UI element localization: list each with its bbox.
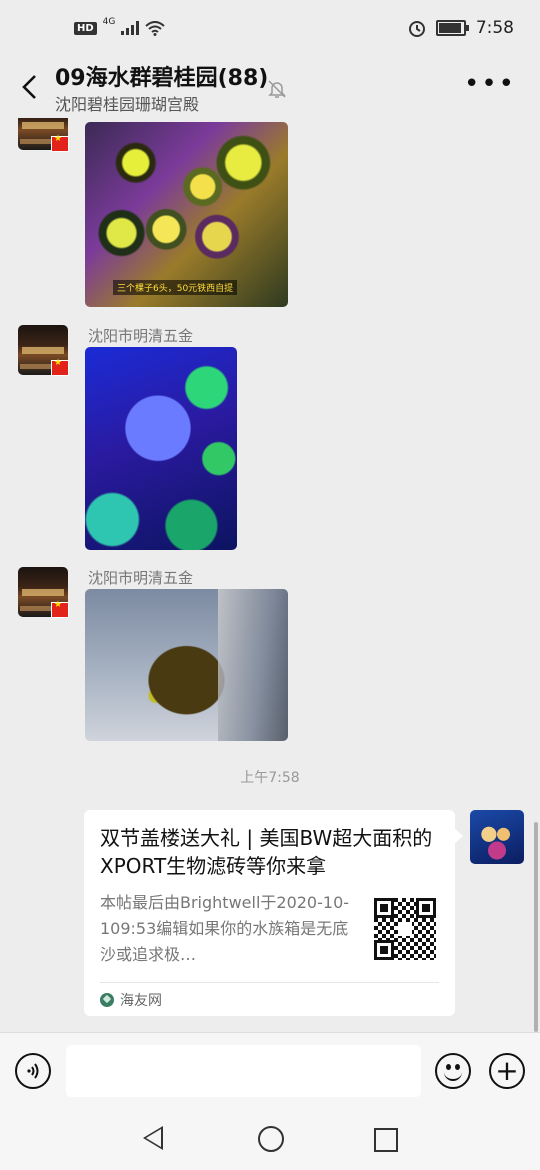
battery-icon: [435, 20, 469, 36]
input-bar: +: [0, 1032, 540, 1109]
message-image[interactable]: [85, 347, 237, 550]
qr-code-thumbnail: [372, 896, 438, 962]
emoji-button[interactable]: [435, 1053, 471, 1089]
avatar-detail: [20, 364, 54, 369]
flag-badge: [51, 600, 69, 618]
nav-recent-icon[interactable]: [374, 1128, 398, 1152]
battery-fill: [438, 23, 461, 33]
back-button[interactable]: [14, 70, 44, 104]
avatar-detail: [22, 122, 64, 129]
alarm-icon: [408, 21, 425, 37]
avatar-detail: [22, 347, 64, 354]
more-functions-button[interactable]: +: [489, 1053, 525, 1089]
more-button[interactable]: •••: [464, 71, 516, 97]
link-card-description: 本帖最后由Brightwell于2020-10-109:53编辑如果你的水族箱是…: [100, 893, 350, 964]
flag-badge: [51, 358, 69, 376]
card-divider: [100, 982, 439, 983]
sender-name: 沈阳市明清五金: [88, 327, 194, 345]
sender-name: 沈阳市明清五金: [88, 569, 194, 587]
source-name: 海友网: [120, 993, 162, 1009]
avatar-detail: [20, 139, 54, 144]
flag-badge: [51, 134, 69, 152]
nav-home-icon[interactable]: [258, 1126, 284, 1152]
qr-finder: [374, 940, 394, 960]
status-time: 7:58: [475, 18, 514, 38]
message-input[interactable]: [66, 1045, 421, 1097]
signal-icon: [121, 21, 140, 35]
qr-finder: [374, 898, 394, 918]
voice-button[interactable]: [15, 1053, 51, 1089]
plus-icon: +: [495, 1054, 519, 1087]
self-avatar[interactable]: [470, 810, 524, 864]
image-detail: [218, 589, 288, 741]
network-type: 4G: [102, 17, 116, 27]
link-card[interactable]: 双节盖楼送大礼 | 美国BW超大面积的XPORT生物滤砖等你来拿 本帖最后由Br…: [84, 810, 463, 1016]
more-icon: •••: [463, 69, 516, 99]
image-caption: 三个棵子6头，50元铁西自提: [113, 280, 238, 295]
avatar-detail: [22, 589, 64, 596]
system-nav-bar: [0, 1108, 540, 1170]
voice-icon: [27, 1063, 39, 1079]
chat-header: 09海水群碧桂园(88) 沈阳碧桂园珊瑚宫殿 •••: [0, 56, 540, 118]
message-image[interactable]: [85, 589, 288, 741]
mute-bell-icon: [268, 80, 286, 98]
status-left: HD 4G: [74, 17, 166, 36]
status-bar: HD 4G 7:58: [0, 0, 540, 56]
status-right: 7:58: [408, 18, 514, 38]
back-icon: [22, 75, 36, 99]
nav-back-icon[interactable]: [143, 1126, 163, 1150]
link-card-title: 双节盖楼送大礼 | 美国BW超大面积的XPORT生物滤砖等你来拿: [100, 826, 433, 878]
message-timestamp: 上午7:58: [240, 770, 300, 786]
emoji-icon: [444, 1070, 462, 1081]
hd-badge: HD: [74, 21, 97, 35]
qr-finder: [416, 898, 436, 918]
message-image[interactable]: 三个棵子6头，50元铁西自提: [85, 122, 288, 307]
wifi-icon: [145, 20, 166, 36]
chat-title: 09海水群碧桂园(88): [55, 66, 269, 91]
scrollbar[interactable]: [534, 822, 538, 1032]
avatar-detail: [20, 606, 54, 611]
chat-subtitle: 沈阳碧桂园珊瑚宫殿: [55, 95, 200, 114]
link-card-source: 海友网: [100, 990, 162, 1010]
source-logo-icon: [100, 993, 114, 1007]
chat-area[interactable]: 三个棵子6头，50元铁西自提 沈阳市明清五金 沈阳市明清五金 上午7:58 双节…: [0, 118, 540, 1032]
